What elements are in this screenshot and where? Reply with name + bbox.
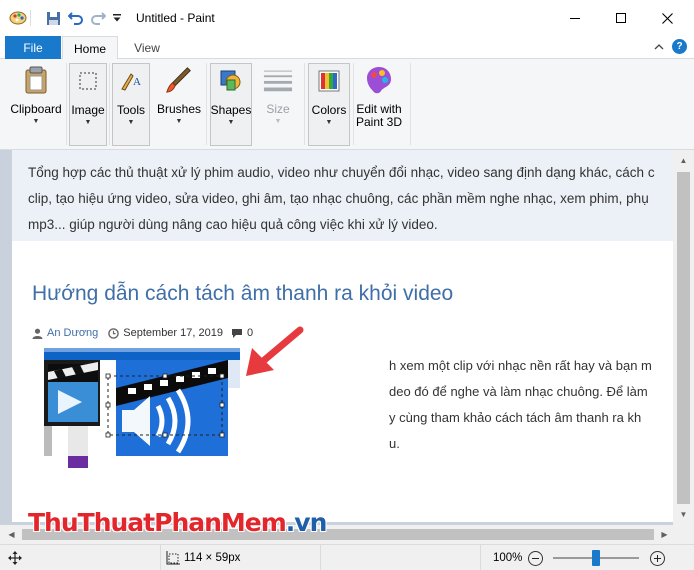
tools-label: Tools xyxy=(116,103,145,117)
tab-home[interactable]: Home xyxy=(62,36,118,60)
ribbon-divider xyxy=(109,63,110,145)
comment-icon xyxy=(231,328,243,339)
shapes-icon xyxy=(216,66,246,96)
article-body: h xem một clip với nhạc nền rất hay và b… xyxy=(389,353,652,457)
clock-icon xyxy=(108,327,120,339)
status-divider xyxy=(480,545,481,570)
zoom-in-button[interactable] xyxy=(650,551,665,566)
article-meta: An Dương September 17, 2019 0 xyxy=(32,327,253,339)
size-label: Size xyxy=(266,102,290,116)
save-icon[interactable] xyxy=(44,8,62,28)
clipboard-icon xyxy=(21,65,51,95)
scroll-up-icon[interactable]: ▲ xyxy=(675,152,692,169)
ribbon-divider xyxy=(66,63,67,145)
size-group: Size ▼ xyxy=(258,63,298,146)
shapes-group[interactable]: Shapes ▼ xyxy=(210,63,252,146)
title-bar: Untitled - Paint xyxy=(0,0,694,36)
scroll-right-icon[interactable]: ▶ xyxy=(656,526,673,543)
ribbon: Clipboard ▼ Image ▼ A Tools ▼ Brushes ▼ … xyxy=(0,59,694,150)
intro-line: clip, tạo hiệu ứng video, sửa video, ghi… xyxy=(28,191,649,206)
zoom-out-button[interactable] xyxy=(528,551,543,566)
tab-view[interactable]: View xyxy=(124,36,170,59)
move-icon xyxy=(8,551,22,568)
close-icon xyxy=(661,12,673,24)
vertical-scroll-thumb[interactable] xyxy=(677,172,690,504)
undo-icon[interactable] xyxy=(67,8,85,28)
tools-group[interactable]: A Tools ▼ xyxy=(112,63,150,146)
minus-icon xyxy=(532,557,539,560)
intro-line: mp3... giúp người dùng nâng cao hiệu quả… xyxy=(28,217,438,232)
tab-file[interactable]: File xyxy=(5,36,61,59)
selection-size-icon xyxy=(166,551,180,568)
ribbon-divider xyxy=(410,63,411,145)
minimize-button[interactable] xyxy=(552,0,598,36)
watermark-logo: ThuThuatPhanMem.vn xyxy=(28,508,327,537)
colors-label: Colors xyxy=(311,103,347,117)
selection-size: 114 × 59px xyxy=(184,552,241,564)
chevron-down-icon: ▼ xyxy=(325,119,333,126)
body-line: deo đó để nghe và làm nhạc chuông. Để là… xyxy=(389,384,648,399)
paint-app-icon[interactable] xyxy=(8,8,28,28)
image-label: Image xyxy=(71,103,105,117)
svg-text:A: A xyxy=(133,76,141,88)
zoom-level: 100% xyxy=(493,552,523,564)
edit-with-paint3d-button[interactable]: Edit with Paint 3D xyxy=(354,63,404,146)
window-title: Untitled - Paint xyxy=(136,11,215,25)
size-icon xyxy=(263,65,293,95)
status-divider xyxy=(160,545,161,570)
clipboard-group[interactable]: Clipboard ▼ xyxy=(8,63,64,146)
body-line: y cùng tham khảo cách tách âm thanh ra k… xyxy=(389,410,642,425)
maximize-button[interactable] xyxy=(598,0,644,36)
select-icon xyxy=(73,66,103,96)
body-line: u. xyxy=(389,436,400,451)
chevron-up-icon[interactable] xyxy=(652,40,666,54)
chevron-down-icon: ▼ xyxy=(84,119,92,126)
plus-icon xyxy=(654,555,661,562)
zoom-slider-thumb[interactable] xyxy=(592,550,600,566)
intro-line: Tổng hợp các thủ thuật xử lý phim audio,… xyxy=(28,165,655,180)
chevron-down-icon: ▼ xyxy=(32,118,40,125)
paint3d-icon xyxy=(364,65,394,95)
ribbon-tabs: File Home View ? xyxy=(0,36,694,60)
brush-icon xyxy=(164,65,194,95)
body-line: h xem một clip với nhạc nền rất hay và b… xyxy=(389,358,652,373)
user-icon xyxy=(32,328,43,339)
ribbon-divider xyxy=(304,63,305,145)
dropdown-icon[interactable] xyxy=(110,8,124,28)
colors-group[interactable]: Colors ▼ xyxy=(308,63,350,146)
canvas[interactable]: Tổng hợp các thủ thuật xử lý phim audio,… xyxy=(12,150,673,522)
chevron-down-icon: ▼ xyxy=(227,119,235,126)
scroll-down-icon[interactable]: ▼ xyxy=(675,506,692,523)
maximize-icon xyxy=(616,13,626,23)
redo-icon[interactable] xyxy=(89,8,107,28)
ribbon-divider xyxy=(206,63,207,145)
intro-text: Tổng hợp các thủ thuật xử lý phim audio,… xyxy=(28,160,673,238)
minimize-icon xyxy=(570,17,580,19)
edit-with-label: Edit with Paint 3D xyxy=(355,102,403,129)
post-date: September 17, 2019 xyxy=(123,327,223,339)
status-bar: 114 × 59px 100% xyxy=(0,544,694,570)
chevron-down-icon: ▼ xyxy=(274,118,282,125)
author-name: An Dương xyxy=(47,327,99,339)
status-divider xyxy=(320,545,321,570)
article-title: Hướng dẫn cách tách âm thanh ra khỏi vid… xyxy=(32,282,454,305)
image-group[interactable]: Image ▼ xyxy=(69,63,107,146)
tools-icon: A xyxy=(116,66,146,96)
qa-separator xyxy=(30,10,31,26)
vertical-scrollbar[interactable]: ▲ ▼ xyxy=(673,150,694,525)
red-arrow-annotation xyxy=(246,326,304,376)
help-icon[interactable]: ? xyxy=(672,39,687,54)
brushes-label: Brushes xyxy=(156,102,202,116)
intro-box: Tổng hợp các thủ thuật xử lý phim audio,… xyxy=(12,150,673,241)
chevron-down-icon: ▼ xyxy=(127,119,135,126)
canvas-area: Tổng hợp các thủ thuật xử lý phim audio,… xyxy=(0,150,694,525)
scroll-left-icon[interactable]: ◀ xyxy=(3,526,20,543)
chevron-down-icon: ▼ xyxy=(175,118,183,125)
clipboard-label: Clipboard xyxy=(10,102,62,116)
shapes-label: Shapes xyxy=(210,103,252,117)
close-button[interactable] xyxy=(644,0,690,36)
brushes-group[interactable]: Brushes ▼ xyxy=(156,63,202,146)
colors-icon xyxy=(314,66,344,96)
